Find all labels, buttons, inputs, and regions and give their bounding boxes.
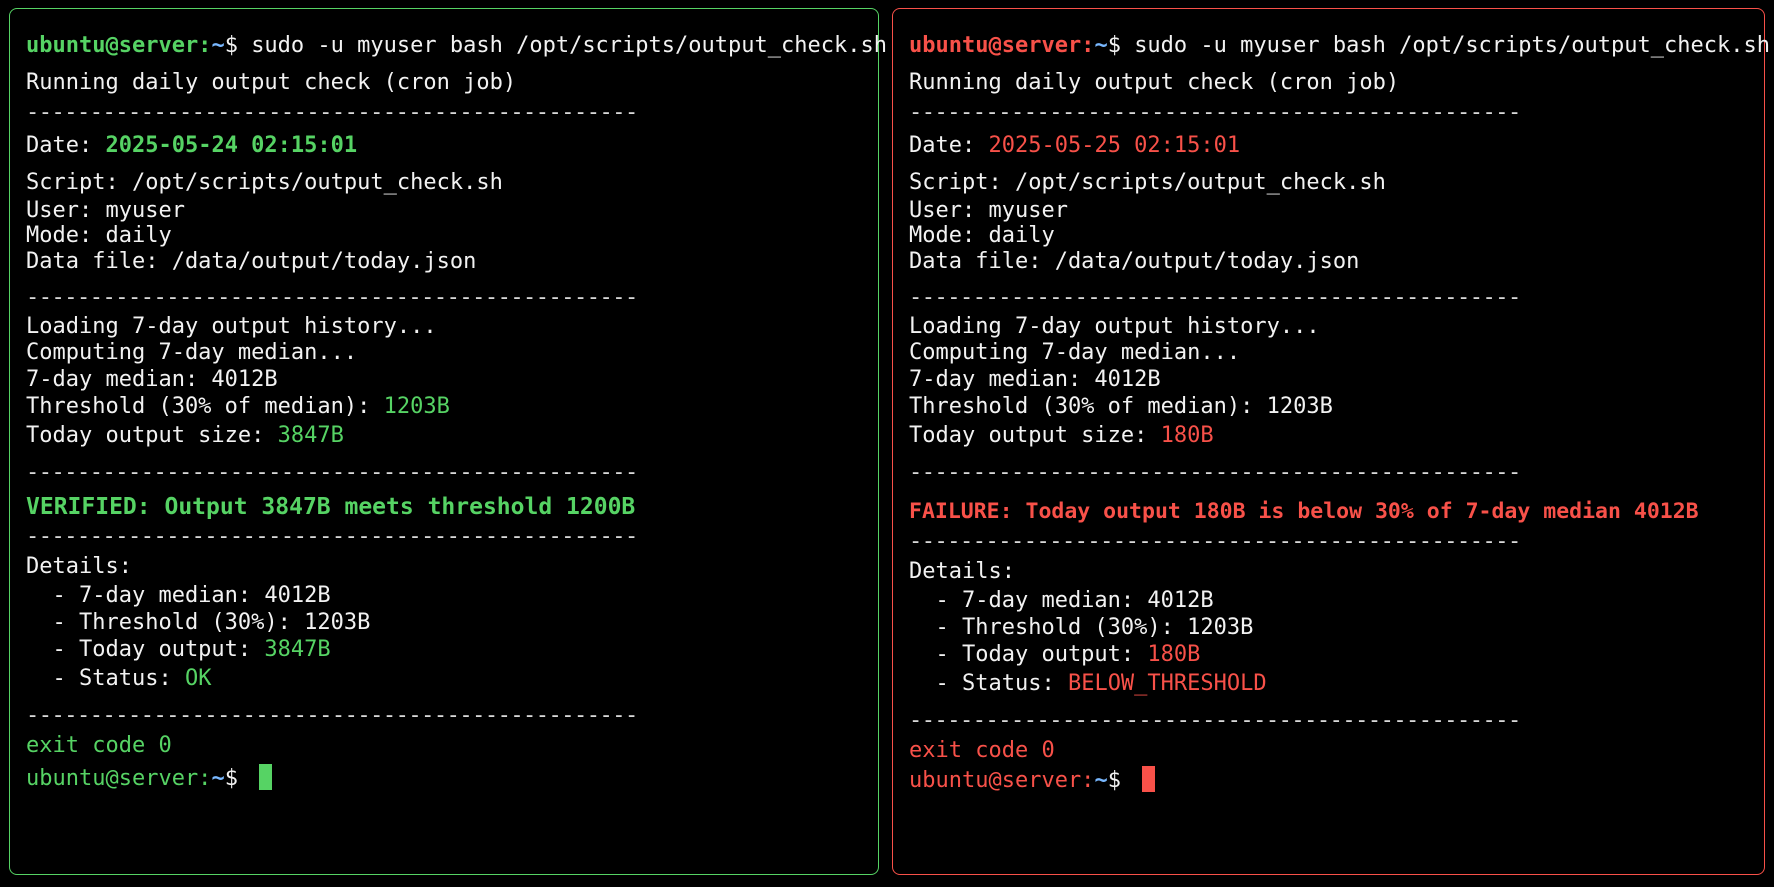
- prompt-user: ubuntu@server:: [26, 33, 212, 58]
- divider: ----------------------------------------…: [909, 708, 1521, 733]
- today-line: Today output size: 3847B: [26, 421, 862, 451]
- prompt-symbol: $: [1107, 33, 1135, 58]
- detail-today: - Today output: 180B: [909, 641, 1748, 669]
- computing-line: Computing 7-day median...: [909, 340, 1241, 365]
- datafile-line: Data file: /data/output/today.json: [909, 249, 1360, 274]
- today-value: 180B: [1160, 423, 1214, 448]
- threshold-line: Threshold (30% of median): 1203B: [909, 393, 1748, 421]
- median-line: 7-day median: 4012B: [26, 367, 278, 392]
- detail-status: - Status: BELOW_THRESHOLD: [909, 669, 1748, 699]
- detail-threshold: - Threshold (30%): 1203B: [26, 610, 371, 635]
- divider: ----------------------------------------…: [909, 460, 1521, 485]
- details-label: Details:: [909, 559, 1015, 584]
- prompt-path: ~: [211, 33, 225, 58]
- threshold-line: Threshold (30% of median): 1203B: [26, 393, 862, 421]
- detail-today-value: 3847B: [264, 637, 331, 662]
- prompt-user: ubuntu@server:: [909, 33, 1095, 58]
- date-label: Date:: [26, 133, 106, 158]
- prompt-line[interactable]: ubuntu@server:~$: [26, 764, 862, 794]
- script-line: Script: /opt/scripts/output_check.sh: [909, 170, 1386, 195]
- today-label: Today output size:: [909, 423, 1161, 448]
- detail-status-value: OK: [184, 666, 212, 691]
- threshold-label: Threshold (30% of median):: [26, 394, 384, 419]
- loading-line: Loading 7-day output history...: [26, 314, 437, 339]
- detail-today-label: - Today output:: [26, 637, 265, 662]
- run-title: Running daily output check (cron job): [26, 70, 517, 95]
- detail-threshold: - Threshold (30%): 1203B: [909, 615, 1254, 640]
- run-title: Running daily output check (cron job): [909, 70, 1400, 95]
- terminal-success[interactable]: ubuntu@server:~$ sudo -u myuser bash /op…: [9, 8, 887, 875]
- exit-code-line: exit code 0: [26, 733, 172, 758]
- details-label: Details:: [26, 554, 132, 579]
- date-value: 2025-05-24 02:15:01: [105, 133, 358, 158]
- detail-status-label: - Status:: [26, 666, 185, 691]
- detail-status-value: BELOW_THRESHOLD: [1067, 671, 1267, 696]
- command-text: sudo -u myuser bash /opt/scripts/output_…: [1134, 33, 1770, 58]
- divider: ----------------------------------------…: [909, 529, 1521, 554]
- prompt-symbol: $: [1107, 768, 1135, 793]
- divider: ----------------------------------------…: [26, 285, 638, 310]
- date-value: 2025-05-25 02:15:01: [988, 133, 1241, 158]
- threshold-value: 1203B: [383, 394, 450, 419]
- datafile-line: Data file: /data/output/today.json: [26, 249, 477, 274]
- prompt-user: ubuntu@server:: [26, 766, 212, 791]
- exit-code-line: exit code 0: [909, 738, 1055, 763]
- result-headline: FAILURE: Today output 180B is below 30% …: [909, 499, 1699, 524]
- loading-line: Loading 7-day output history...: [909, 314, 1320, 339]
- computing-line: Computing 7-day median...: [26, 340, 358, 365]
- threshold-label: Threshold (30% of median):: [909, 394, 1267, 419]
- prompt-user: ubuntu@server:: [909, 768, 1095, 793]
- date-line: Date: 2025-05-24 02:15:01: [26, 131, 862, 161]
- median-line: 7-day median: 4012B: [909, 367, 1161, 392]
- detail-today-label: - Today output:: [909, 642, 1148, 667]
- result-headline: VERIFIED: Output 3847B meets threshold 1…: [26, 494, 636, 520]
- command-line: ubuntu@server:~$ sudo -u myuser bash /op…: [909, 31, 1770, 61]
- command-line: ubuntu@server:~$ sudo -u myuser bash /op…: [26, 31, 887, 61]
- detail-median: - 7-day median: 4012B: [26, 583, 331, 608]
- date-label: Date:: [909, 133, 989, 158]
- date-line: Date: 2025-05-25 02:15:01: [909, 131, 1748, 161]
- prompt-symbol: $: [224, 33, 252, 58]
- detail-median: - 7-day median: 4012B: [909, 588, 1214, 613]
- prompt-path: ~: [211, 766, 225, 791]
- mode-line: Mode: daily: [909, 223, 1055, 248]
- divider: ----------------------------------------…: [26, 460, 638, 485]
- prompt-symbol: $: [224, 766, 252, 791]
- prompt-path: ~: [1094, 33, 1108, 58]
- detail-today: - Today output: 3847B: [26, 636, 862, 664]
- today-label: Today output size:: [26, 423, 278, 448]
- threshold-value: 1203B: [1266, 394, 1333, 419]
- terminal-failure[interactable]: ubuntu@server:~$ sudo -u myuser bash /op…: [892, 8, 1770, 875]
- divider: ----------------------------------------…: [909, 100, 1521, 125]
- user-line: User: myuser: [26, 198, 185, 223]
- divider: ----------------------------------------…: [26, 703, 638, 728]
- divider: ----------------------------------------…: [909, 285, 1521, 310]
- script-line: Script: /opt/scripts/output_check.sh: [26, 170, 503, 195]
- prompt-path: ~: [1094, 768, 1108, 793]
- detail-today-value: 180B: [1147, 642, 1201, 667]
- prompt-line[interactable]: ubuntu@server:~$: [909, 766, 1748, 796]
- cursor-block: [1142, 766, 1156, 792]
- cursor-block: [259, 764, 273, 790]
- today-line: Today output size: 180B: [909, 421, 1748, 451]
- today-value: 3847B: [277, 423, 344, 448]
- detail-status-label: - Status:: [909, 671, 1068, 696]
- detail-status: - Status: OK: [26, 664, 862, 694]
- mode-line: Mode: daily: [26, 223, 172, 248]
- command-text: sudo -u myuser bash /opt/scripts/output_…: [251, 33, 887, 58]
- user-line: User: myuser: [909, 198, 1068, 223]
- divider: ----------------------------------------…: [26, 524, 638, 549]
- divider: ----------------------------------------…: [26, 100, 638, 125]
